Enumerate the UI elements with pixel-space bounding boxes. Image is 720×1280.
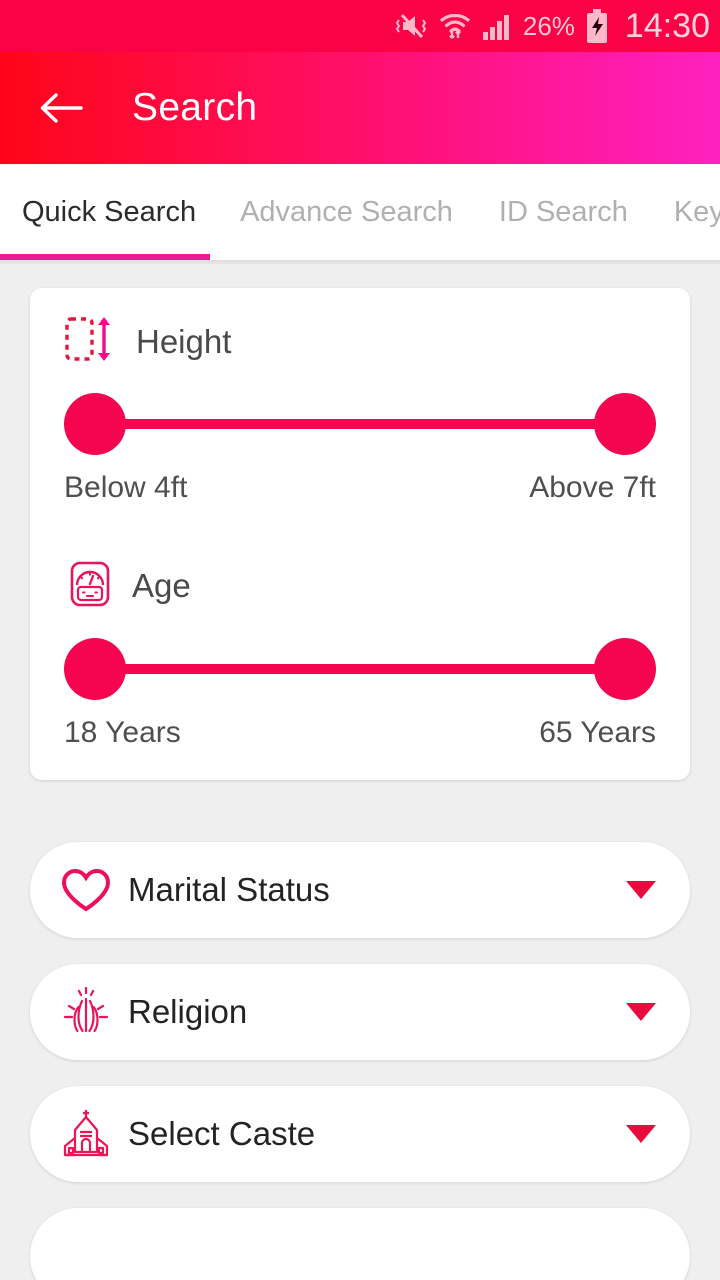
height-max-label: Above 7ft bbox=[529, 471, 656, 504]
temple-building-icon bbox=[58, 1108, 114, 1160]
dropdown-select-caste[interactable]: Select Caste bbox=[30, 1086, 690, 1182]
tab-label: ID Search bbox=[498, 195, 628, 228]
dropdown-label: Marital Status bbox=[128, 871, 330, 908]
back-button[interactable] bbox=[38, 85, 84, 131]
height-range-labels: Below 4ft Above 7ft bbox=[64, 471, 656, 505]
tab-label: Quick Search bbox=[22, 195, 197, 228]
height-filter-label: Height bbox=[136, 322, 232, 360]
age-min-label: 18 Years bbox=[64, 716, 181, 749]
height-range-slider[interactable] bbox=[64, 387, 656, 461]
dropdown-next-partial[interactable] bbox=[30, 1208, 690, 1280]
age-range-labels: 18 Years 65 Years bbox=[64, 716, 656, 750]
app-bar: Search bbox=[0, 52, 720, 164]
mute-vibrate-icon bbox=[395, 11, 429, 41]
status-bar: 26% 14:30 bbox=[0, 0, 720, 52]
age-filter-header: Age bbox=[64, 557, 656, 614]
age-filter-label: Age bbox=[132, 566, 191, 604]
praying-hands-icon bbox=[58, 987, 114, 1037]
battery-charging-icon bbox=[585, 9, 609, 43]
chevron-down-icon[interactable] bbox=[626, 881, 656, 899]
tab-label: Keyword Search bbox=[673, 195, 720, 228]
dropdown-label: Religion bbox=[128, 993, 248, 1030]
height-filter-header: Height bbox=[64, 314, 656, 369]
wifi-icon bbox=[439, 11, 471, 41]
height-slider-track[interactable] bbox=[94, 419, 626, 429]
dropdown-marital-status[interactable]: Marital Status bbox=[30, 842, 690, 938]
height-slider-thumb-min[interactable] bbox=[64, 393, 126, 455]
age-range-slider[interactable] bbox=[64, 632, 656, 706]
age-max-label: 65 Years bbox=[539, 716, 656, 749]
arrow-left-icon bbox=[40, 93, 83, 123]
tab-active-indicator bbox=[0, 254, 210, 260]
weight-scale-icon bbox=[64, 557, 116, 614]
age-slider-track[interactable] bbox=[94, 664, 626, 674]
tab-id-search[interactable]: ID Search bbox=[499, 164, 674, 260]
cellular-signal-icon bbox=[481, 12, 513, 40]
chevron-down-icon[interactable] bbox=[626, 1125, 656, 1143]
page-title: Search bbox=[132, 86, 258, 129]
tab-advance-search[interactable]: Advance Search bbox=[240, 164, 499, 260]
range-filters-card: Height Below 4ft Above 7ft Age 18 Years … bbox=[30, 288, 690, 780]
height-min-label: Below 4ft bbox=[64, 471, 188, 504]
dropdown-label: Select Caste bbox=[128, 1115, 316, 1152]
tab-keyword-search[interactable]: Keyword Search bbox=[674, 164, 720, 260]
heart-icon bbox=[58, 866, 114, 914]
height-slider-thumb-max[interactable] bbox=[594, 393, 656, 455]
clock-label: 14:30 bbox=[624, 6, 710, 45]
filters-content: Height Below 4ft Above 7ft Age 18 Years … bbox=[0, 264, 720, 1280]
tab-label: Advance Search bbox=[240, 195, 453, 228]
battery-percent-label: 26% bbox=[522, 10, 575, 41]
age-slider-thumb-min[interactable] bbox=[64, 638, 126, 700]
tab-bar: Quick Search Advance Search ID Search Ke… bbox=[0, 164, 720, 260]
dropdown-religion[interactable]: Religion bbox=[30, 964, 690, 1060]
height-measure-icon bbox=[64, 314, 120, 369]
age-slider-thumb-max[interactable] bbox=[594, 638, 656, 700]
chevron-down-icon[interactable] bbox=[626, 1003, 656, 1021]
tab-quick-search[interactable]: Quick Search bbox=[0, 164, 240, 260]
search-screen: 26% 14:30 Search Quick Search Advance Se… bbox=[0, 0, 720, 1280]
